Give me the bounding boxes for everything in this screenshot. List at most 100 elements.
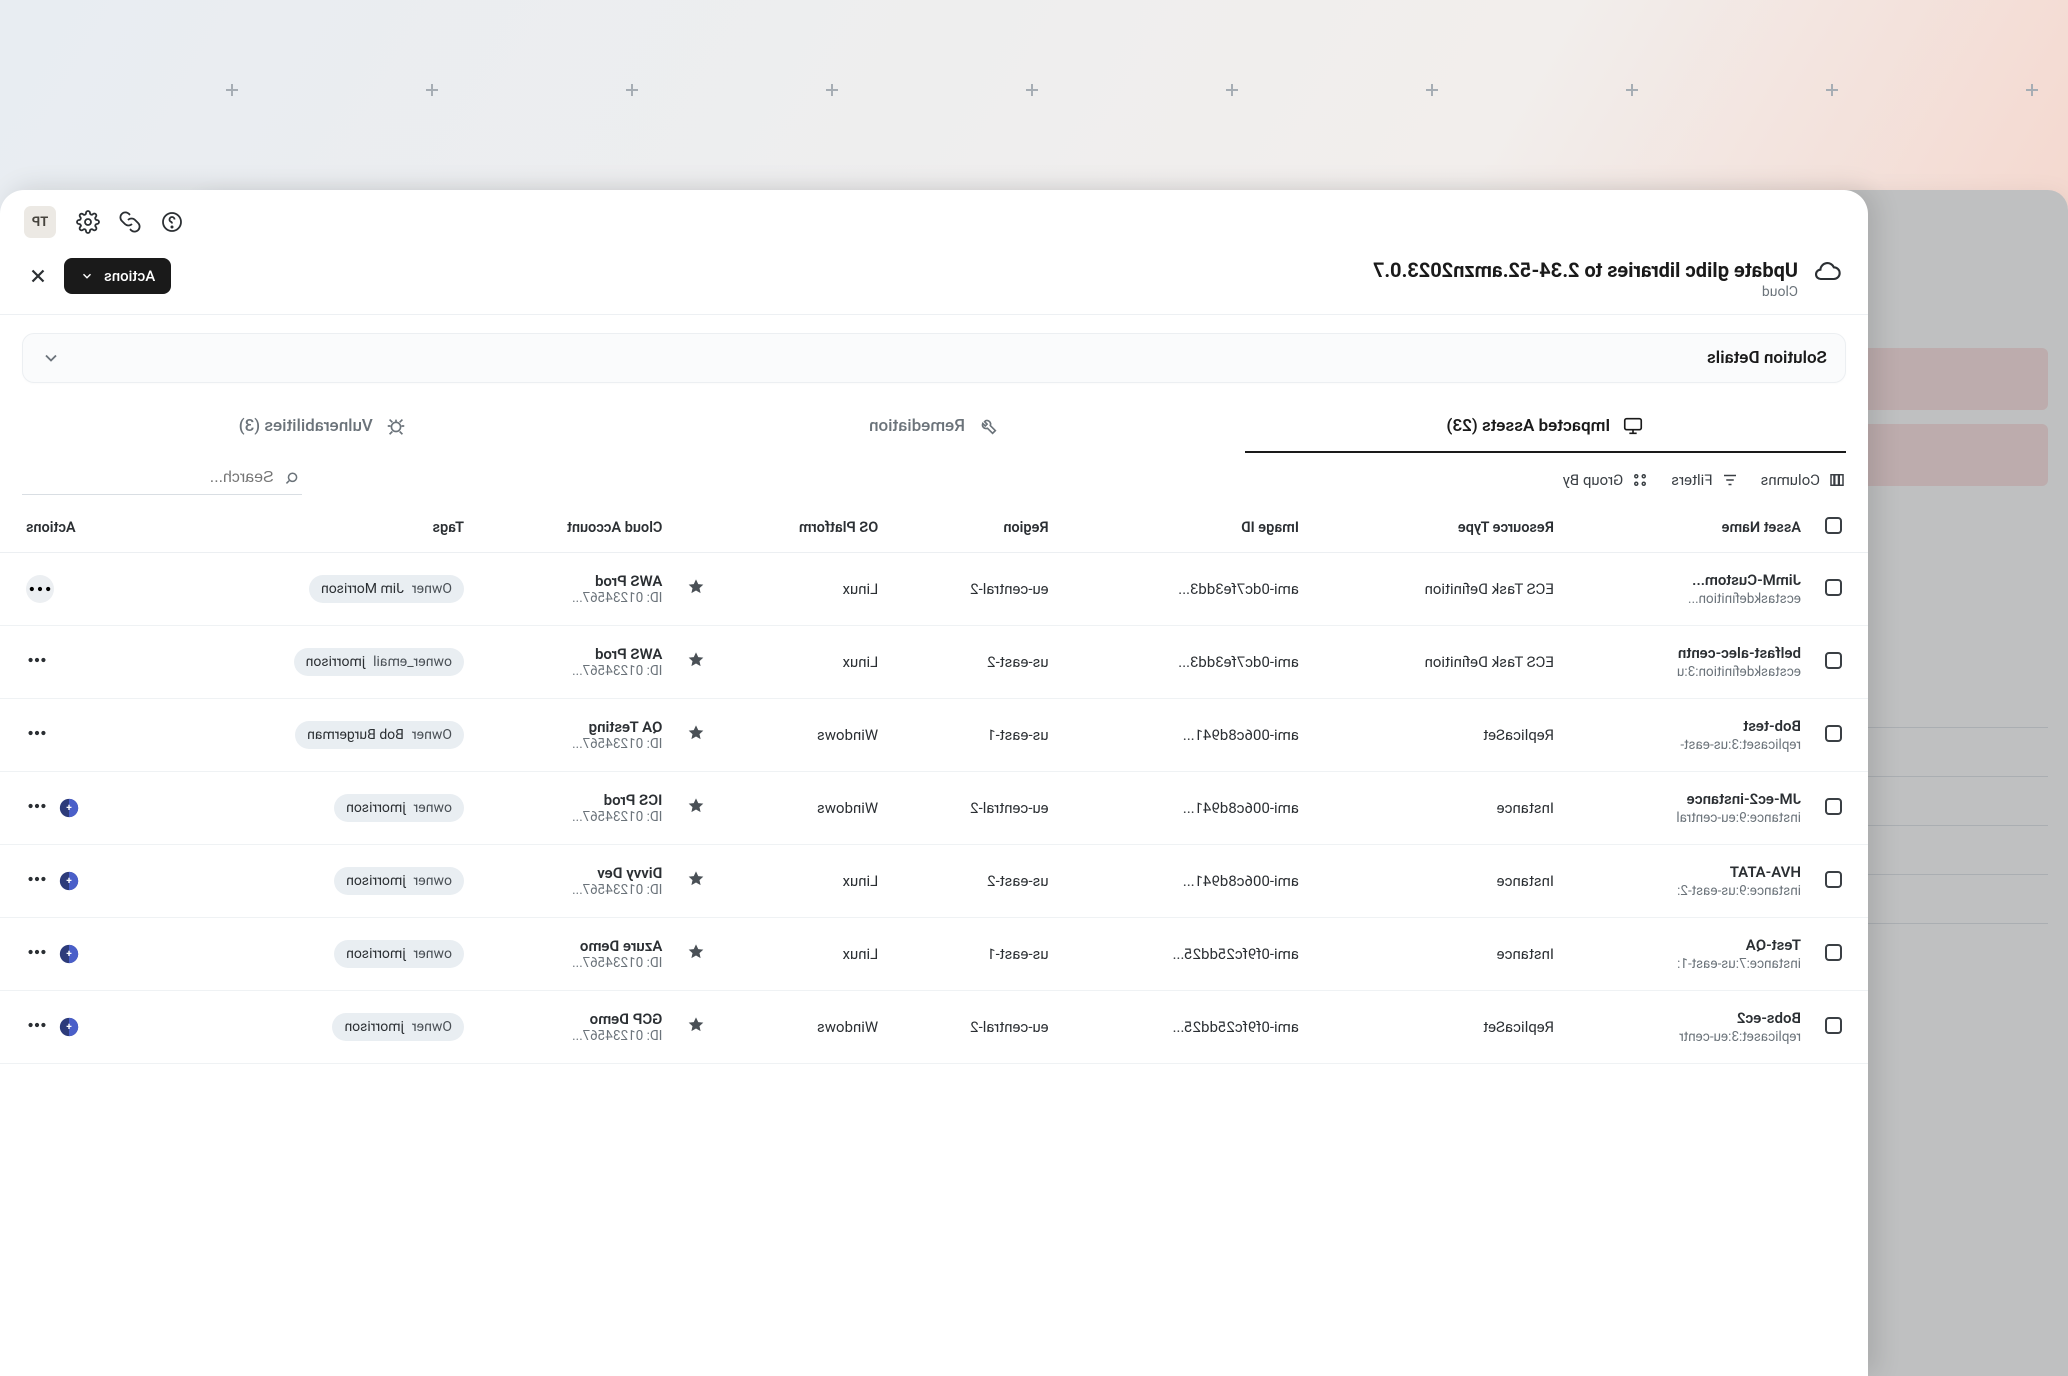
row-menu-button[interactable] — [26, 722, 48, 748]
asset-name: Bob-test — [1578, 717, 1801, 735]
bug-icon — [385, 415, 407, 437]
search-input[interactable] — [24, 469, 274, 487]
image-id: ami-0dc7fe3dd3... — [1061, 626, 1311, 699]
region: us-east-1 — [890, 918, 1060, 991]
row-menu-button[interactable] — [26, 795, 48, 821]
solution-details-accordion[interactable]: Solution Details — [22, 333, 1846, 383]
asset-name: Bobs-ec2 — [1578, 1009, 1801, 1027]
os-platform: Linux — [718, 626, 890, 699]
table-row[interactable]: Bob-testreplicaset:3:us-east-ReplicaSeta… — [0, 699, 1868, 772]
help-icon[interactable] — [160, 210, 184, 234]
table-row[interactable]: belfast-alec-centnecstaskdefinition:3:uE… — [0, 626, 1868, 699]
row-checkbox[interactable] — [1825, 579, 1842, 596]
columns-control[interactable]: Columns — [1761, 471, 1846, 489]
tag-pill[interactable]: Owner Bob Burgerman — [295, 721, 464, 749]
account-id: ID: 01234567... — [488, 882, 662, 898]
search-field[interactable] — [22, 465, 302, 495]
integration-icon[interactable]: + — [58, 797, 80, 819]
favorite-star[interactable] — [674, 699, 718, 772]
favorite-star[interactable] — [674, 553, 718, 626]
table-row[interactable]: JimM-Custom...ecstaskdefinition...ECS Ta… — [0, 553, 1868, 626]
row-menu-button[interactable] — [26, 575, 54, 603]
col-os-platform[interactable]: OS Platform — [718, 507, 890, 553]
row-menu-button[interactable] — [26, 868, 48, 894]
tag-pill[interactable]: owner jmorrison — [334, 867, 464, 895]
tag-pill[interactable]: Owner jmorrison — [332, 1013, 464, 1041]
resource-type: ReplicaSet — [1311, 991, 1566, 1064]
resource-type: ECS Task Definition — [1311, 626, 1566, 699]
os-platform: Windows — [718, 772, 890, 845]
os-platform: Linux — [718, 553, 890, 626]
tag-pill[interactable]: owner jmorrison — [334, 940, 464, 968]
row-menu-button[interactable] — [26, 941, 48, 967]
app-topbar: TP — [0, 190, 1868, 238]
tag-pill[interactable]: owner_email jmorrison — [294, 648, 464, 676]
search-icon — [284, 469, 300, 487]
asset-arn: replicaset:3:eu-centr — [1578, 1029, 1801, 1045]
image-id: ami-0f9fc25dd25... — [1061, 991, 1311, 1064]
col-asset-name[interactable]: Asset Name — [1566, 507, 1813, 553]
table-row[interactable]: Test-QAinstance:7:us-east-1:Instanceami-… — [0, 918, 1868, 991]
account-id: ID: 01234567... — [488, 736, 662, 752]
integration-icon[interactable]: + — [58, 943, 80, 965]
favorite-star[interactable] — [674, 772, 718, 845]
region: eu-central-2 — [890, 991, 1060, 1064]
row-checkbox[interactable] — [1825, 1017, 1842, 1034]
favorite-star[interactable] — [674, 626, 718, 699]
user-avatar[interactable]: TP — [24, 206, 56, 238]
tag-pill[interactable]: owner jmorrison — [334, 794, 464, 822]
region: us-east-2 — [890, 845, 1060, 918]
asset-name: JM-ec2-instance — [1578, 790, 1801, 808]
row-menu-button[interactable] — [26, 649, 48, 675]
row-menu-button[interactable] — [26, 1014, 48, 1040]
favorite-star[interactable] — [674, 845, 718, 918]
col-actions: Actions — [0, 507, 153, 553]
row-checkbox[interactable] — [1825, 652, 1842, 669]
filters-control[interactable]: Filters — [1671, 471, 1738, 489]
tag-pill[interactable]: Owner Jim Morrison — [309, 575, 464, 603]
table-row[interactable]: Bobs-ec2 replicaset:3:eu-centr ReplicaSeta… — [0, 991, 1868, 1064]
svg-text:+: + — [66, 803, 72, 814]
resource-type: Instance — [1311, 772, 1566, 845]
integration-icon[interactable]: + — [58, 1016, 80, 1038]
table-row[interactable]: HVA-ATATinstance:9:us-east-2:Instanceami… — [0, 845, 1868, 918]
row-checkbox[interactable] — [1825, 798, 1842, 815]
account-name: Azure Demo — [488, 937, 662, 955]
filter-icon — [1721, 471, 1739, 489]
actions-button[interactable]: Actions — [64, 258, 171, 294]
row-checkbox[interactable] — [1825, 871, 1842, 888]
solution-detail-panel: TP Update glibc libraries to 2.34-52.amz… — [0, 190, 1868, 1376]
chevron-down-icon — [41, 348, 61, 368]
region: eu-central-2 — [890, 772, 1060, 845]
link-icon[interactable] — [118, 210, 142, 234]
col-tags[interactable]: Tags — [153, 507, 476, 553]
tab-vulnerabilities[interactable]: Vulnerabilities (3) — [22, 401, 623, 453]
cloud-icon — [1814, 258, 1842, 286]
asset-name: Test-QA — [1578, 936, 1801, 954]
integration-icon[interactable]: + — [58, 870, 80, 892]
image-id: ami-006c8d941... — [1061, 772, 1311, 845]
asset-arn: instance:9:us-east-2: — [1578, 883, 1801, 899]
region: us-east-2 — [890, 626, 1060, 699]
row-checkbox[interactable] — [1825, 725, 1842, 742]
col-resource-type[interactable]: Resource Type — [1311, 507, 1566, 553]
table-row[interactable]: JM-ec2-instanceinstance:9:eu-centralInst… — [0, 772, 1868, 845]
close-button[interactable] — [26, 264, 50, 288]
svg-text:+: + — [66, 949, 72, 960]
image-id: ami-006c8d941... — [1061, 699, 1311, 772]
grid-icon — [1631, 471, 1649, 489]
tab-impacted-assets[interactable]: Impacted Assets (23) — [1245, 401, 1846, 453]
favorite-star[interactable] — [674, 918, 718, 991]
monitor-icon — [1622, 415, 1644, 437]
row-checkbox[interactable] — [1825, 944, 1842, 961]
favorite-star[interactable] — [674, 991, 718, 1064]
tab-remediation[interactable]: Remediation — [633, 401, 1234, 453]
gear-icon[interactable] — [76, 210, 100, 234]
os-platform: Linux — [718, 918, 890, 991]
select-all-checkbox[interactable] — [1825, 517, 1842, 534]
col-cloud-account[interactable]: Cloud Account — [476, 507, 674, 553]
groupby-control[interactable]: Group By — [1563, 471, 1650, 489]
os-platform: Windows — [718, 699, 890, 772]
col-region[interactable]: Region — [890, 507, 1060, 553]
col-image-id[interactable]: Image ID — [1061, 507, 1311, 553]
